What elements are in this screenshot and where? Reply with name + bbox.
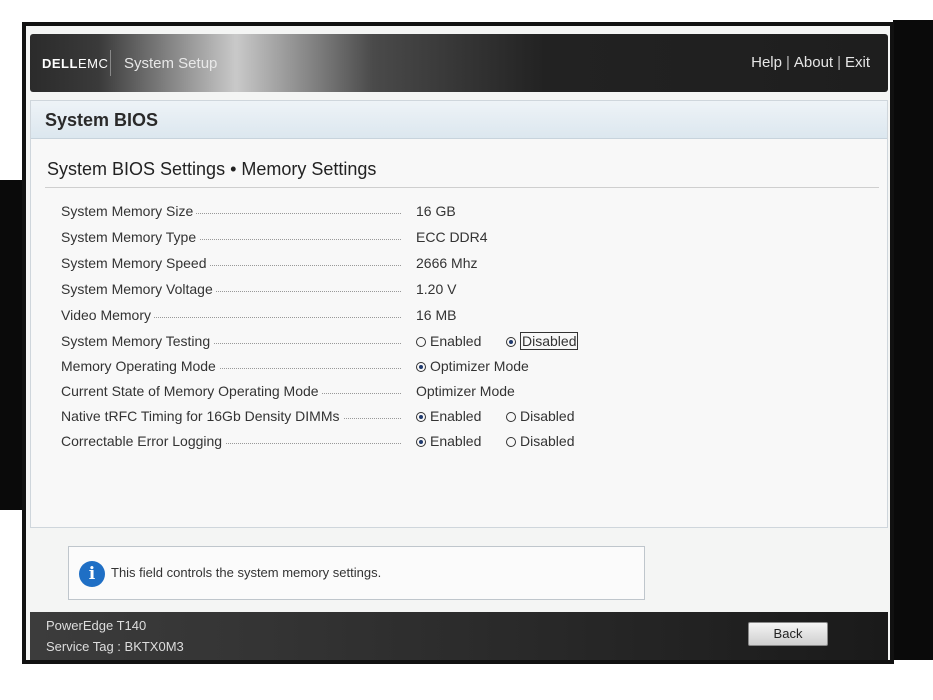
setting-label: Current State of Memory Operating Mode bbox=[61, 383, 322, 399]
setting-label: System Memory Type bbox=[61, 229, 200, 245]
radio-on-icon bbox=[416, 412, 426, 422]
memory-testing-disabled-radio[interactable]: Disabled bbox=[506, 332, 579, 350]
operating-mode-optimizer-radio[interactable]: Optimizer Mode bbox=[416, 358, 529, 374]
radio-off-icon bbox=[416, 337, 426, 347]
section-bar: System BIOS bbox=[31, 101, 887, 139]
header-bar: DELLEMC System Setup Help | About | Exit bbox=[30, 34, 888, 92]
setting-row-memory-speed: System Memory Speed 2666 Mhz bbox=[61, 253, 621, 275]
trfc-enabled-radio[interactable]: Enabled bbox=[416, 408, 481, 424]
header-links: Help | About | Exit bbox=[751, 54, 870, 71]
content-panel: System BIOS System BIOS Settings • Memor… bbox=[30, 100, 888, 528]
setting-row-operating-mode: Memory Operating Mode Optimizer Mode bbox=[61, 356, 621, 378]
help-box: i This field controls the system memory … bbox=[68, 546, 645, 600]
setting-value: 2666 Mhz bbox=[416, 255, 478, 271]
setting-label: System Memory Voltage bbox=[61, 281, 216, 297]
setting-label: Correctable Error Logging bbox=[61, 433, 226, 449]
help-text: This field controls the system memory se… bbox=[111, 565, 382, 580]
error-logging-enabled-radio[interactable]: Enabled bbox=[416, 433, 481, 449]
back-button[interactable]: Back bbox=[748, 622, 828, 646]
footer-bar: PowerEdge T140 Service Tag : BKTX0M3 Bac… bbox=[30, 612, 888, 660]
radio-on-icon bbox=[416, 362, 426, 372]
setting-value: Optimizer Mode bbox=[416, 383, 515, 399]
setting-value: ECC DDR4 bbox=[416, 229, 488, 245]
setting-label: System Memory Speed bbox=[61, 255, 210, 271]
photo-edge-right bbox=[893, 20, 933, 660]
trfc-disabled-radio[interactable]: Disabled bbox=[506, 408, 574, 424]
setting-value: 16 MB bbox=[416, 307, 457, 323]
setting-row-current-mode: Current State of Memory Operating Mode O… bbox=[61, 381, 621, 403]
error-logging-disabled-radio[interactable]: Disabled bbox=[506, 433, 574, 449]
setting-value: 1.20 V bbox=[416, 281, 457, 297]
exit-link[interactable]: Exit bbox=[845, 54, 870, 71]
page-title: System BIOS Settings • Memory Settings bbox=[47, 159, 377, 179]
header-divider bbox=[110, 50, 111, 76]
setting-row-trfc-timing: Native tRFC Timing for 16Gb Density DIMM… bbox=[61, 406, 621, 428]
setting-label: System Memory Size bbox=[61, 203, 197, 219]
dell-emc-logo: DELLEMC bbox=[42, 56, 109, 71]
info-icon: i bbox=[79, 561, 105, 587]
radio-off-icon bbox=[506, 437, 516, 447]
setting-label: Memory Operating Mode bbox=[61, 358, 219, 374]
help-link[interactable]: Help bbox=[751, 54, 782, 71]
setting-row-memory-type: System Memory Type ECC DDR4 bbox=[61, 227, 621, 249]
radio-on-icon bbox=[506, 337, 516, 347]
setting-label: System Memory Testing bbox=[61, 333, 214, 349]
title-divider bbox=[45, 187, 879, 188]
setting-label: Native tRFC Timing for 16Gb Density DIMM… bbox=[61, 408, 343, 424]
bios-screen: DELLEMC System Setup Help | About | Exit Sys… bbox=[22, 22, 894, 664]
setting-row-video-memory: Video Memory 16 MB bbox=[61, 305, 621, 327]
setting-value: 16 GB bbox=[416, 203, 456, 219]
radio-on-icon bbox=[416, 437, 426, 447]
setting-row-memory-testing: System Memory Testing Enabled Disabled bbox=[61, 331, 621, 353]
setting-label: Video Memory bbox=[61, 307, 155, 323]
setting-row-memory-size: System Memory Size 16 GB bbox=[61, 201, 621, 223]
section-title: System BIOS bbox=[45, 110, 159, 130]
setting-row-error-logging: Correctable Error Logging Enabled Disabl… bbox=[61, 431, 621, 453]
app-title: System Setup bbox=[124, 55, 218, 72]
setting-row-memory-voltage: System Memory Voltage 1.20 V bbox=[61, 279, 621, 301]
memory-testing-enabled-radio[interactable]: Enabled bbox=[416, 333, 481, 349]
service-tag: Service Tag : BKTX0M3 bbox=[46, 639, 184, 654]
photo-edge-left bbox=[0, 180, 22, 510]
model-name: PowerEdge T140 bbox=[46, 618, 147, 633]
about-link[interactable]: About bbox=[794, 54, 833, 71]
radio-off-icon bbox=[506, 412, 516, 422]
